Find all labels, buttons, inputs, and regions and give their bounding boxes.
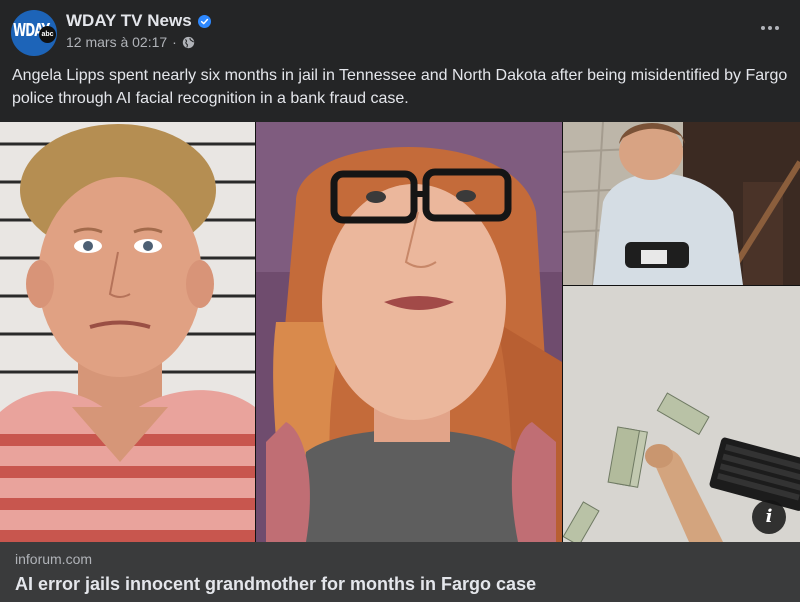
- page-name-link[interactable]: WDAY TV News: [66, 11, 192, 31]
- post-header: WDAY abc WDAY TV News 12 mars à 02:17 ·: [0, 0, 800, 60]
- post-meta: 12 mars à 02:17 ·: [66, 34, 195, 50]
- link-title[interactable]: AI error jails innocent grandmother for …: [15, 574, 536, 595]
- facebook-post: WDAY abc WDAY TV News 12 mars à 02:17 · …: [0, 0, 800, 602]
- portrait-photo[interactable]: [256, 122, 562, 542]
- post-media[interactable]: i: [0, 122, 800, 542]
- more-options-icon: [761, 26, 765, 30]
- link-domain: inforum.com: [15, 551, 93, 567]
- more-options-dot: [768, 26, 772, 30]
- page-avatar[interactable]: WDAY abc: [11, 10, 57, 56]
- avatar-logo-badge: abc: [39, 26, 56, 43]
- info-button[interactable]: i: [752, 500, 786, 534]
- mugshot-photo[interactable]: [0, 122, 255, 542]
- verified-badge-icon: [197, 14, 211, 28]
- post-caption: Angela Lipps spent nearly six months in …: [12, 67, 788, 107]
- globe-icon[interactable]: [182, 36, 195, 49]
- link-preview[interactable]: inforum.com AI error jails innocent gran…: [0, 542, 800, 602]
- meta-separator: ·: [172, 34, 177, 50]
- more-options-dot: [775, 26, 779, 30]
- more-options-button[interactable]: [758, 18, 782, 38]
- page-name-row: WDAY TV News: [66, 11, 211, 31]
- post-timestamp[interactable]: 12 mars à 02:17: [66, 34, 167, 50]
- surveillance-photo-top[interactable]: [563, 122, 800, 285]
